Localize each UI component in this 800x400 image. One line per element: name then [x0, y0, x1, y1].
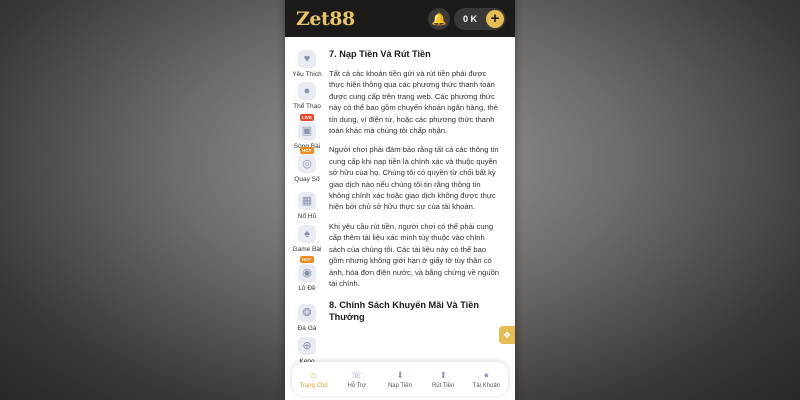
heart-icon: ♥: [298, 50, 316, 68]
sidebar-item-label: Đá Gà: [297, 325, 317, 332]
sidebar-item-label: Lô Đề: [298, 285, 316, 292]
nav-label: Tài Khoản: [472, 382, 501, 389]
keno-icon: ⊕: [298, 337, 316, 355]
account-icon: ●: [483, 369, 490, 380]
cards-icon: ♠: [298, 225, 316, 243]
section-7-title: 7. Nạp Tiền Và Rút Tiền: [329, 49, 431, 59]
logo[interactable]: Zet88: [296, 8, 355, 30]
gift-icon[interactable]: ❖: [499, 326, 515, 344]
deposit-icon: ⬇: [396, 369, 404, 380]
paragraph-1: Tất cả các khoản tiền gửi và rút tiền ph…: [329, 69, 498, 136]
nav-nap-tien[interactable]: ⬇ Nạp Tiền: [380, 370, 420, 389]
mobile-frame: Zet88 🔔 0 K + ♥ Yêu Thích ● Thể Thao LIV…: [285, 0, 515, 400]
nav-tai-khoan[interactable]: ● Tài Khoản: [466, 370, 506, 389]
sidebar-item-label: Yêu Thích: [292, 71, 322, 78]
hot-badge: HOT: [300, 147, 314, 154]
slot-icon: ▦: [298, 192, 316, 210]
lotto-ball-icon: ◉: [298, 264, 316, 282]
withdraw-icon: ⬆: [439, 369, 447, 380]
support-icon: ☏: [351, 369, 363, 380]
plus-icon[interactable]: +: [486, 10, 504, 28]
category-sidebar: ♥ Yêu Thích ● Thể Thao LIVE ▣ Sòng Bài H…: [289, 42, 325, 367]
bottom-nav: ⌂ Trang Chủ ☏ Hỗ Trợ ⬇ Nạp Tiền ⬆ Rút Ti…: [292, 362, 508, 396]
home-icon: ⌂: [310, 369, 317, 380]
sidebar-item-yeu-thich[interactable]: ♥ Yêu Thích: [289, 50, 325, 78]
section-8-title: 8. Chính Sách Khuyến Mãi Và Tiền Thưởng: [329, 300, 479, 323]
bell-icon[interactable]: 🔔: [428, 8, 450, 30]
sidebar-item-the-thao[interactable]: ● Thể Thao: [289, 82, 325, 110]
nav-trang-chu[interactable]: ⌂ Trang Chủ: [294, 370, 334, 389]
sidebar-item-da-ga[interactable]: ❂ Đá Gà: [289, 304, 325, 332]
ball-icon: ●: [298, 82, 316, 100]
paragraph-3: Khi yêu cầu rút tiền, người chơi có thể …: [329, 221, 500, 288]
nav-label: Trang Chủ: [299, 382, 328, 389]
terms-content: 7. Nạp Tiền Và Rút Tiền Tất cả các khoản…: [329, 48, 501, 363]
sidebar-item-song-bai[interactable]: LIVE ▣ Sòng Bài: [289, 114, 325, 150]
paragraph-2: Người chơi phải đảm bảo rằng tất cả các …: [329, 145, 499, 212]
sidebar-item-game-bai[interactable]: ♠ Game Bài: [289, 225, 325, 253]
sidebar-item-lo-de[interactable]: HOT ◉ Lô Đề: [289, 256, 325, 292]
lottery-icon: ◎: [298, 155, 316, 173]
balance-pill[interactable]: 0 K +: [454, 8, 506, 30]
casino-icon: ▣: [298, 122, 316, 140]
live-badge: LIVE: [300, 114, 315, 121]
nav-ho-tro[interactable]: ☏ Hỗ Trợ: [337, 370, 377, 389]
nav-label: Rút Tiền: [431, 382, 455, 389]
hot-badge: HOT: [300, 256, 314, 263]
sidebar-item-label: Quay Số: [294, 176, 320, 183]
nav-rut-tien[interactable]: ⬆ Rút Tiền: [423, 370, 463, 389]
sidebar-item-label: Thể Thao: [293, 103, 321, 110]
nav-label: Hỗ Trợ: [347, 382, 367, 389]
balance-value: 0 K: [463, 14, 478, 24]
sidebar-item-no-hu[interactable]: ▦ Nổ Hũ: [289, 192, 325, 220]
sidebar-item-keno[interactable]: ⊕ Keno: [289, 337, 325, 365]
sidebar-item-label: Nổ Hũ: [297, 213, 317, 220]
rooster-icon: ❂: [298, 304, 316, 322]
sidebar-item-quay-so[interactable]: HOT ◎ Quay Số: [289, 147, 325, 183]
nav-label: Nạp Tiền: [387, 382, 412, 389]
sidebar-item-label: Game Bài: [292, 246, 322, 253]
top-bar: Zet88 🔔 0 K +: [285, 0, 515, 37]
